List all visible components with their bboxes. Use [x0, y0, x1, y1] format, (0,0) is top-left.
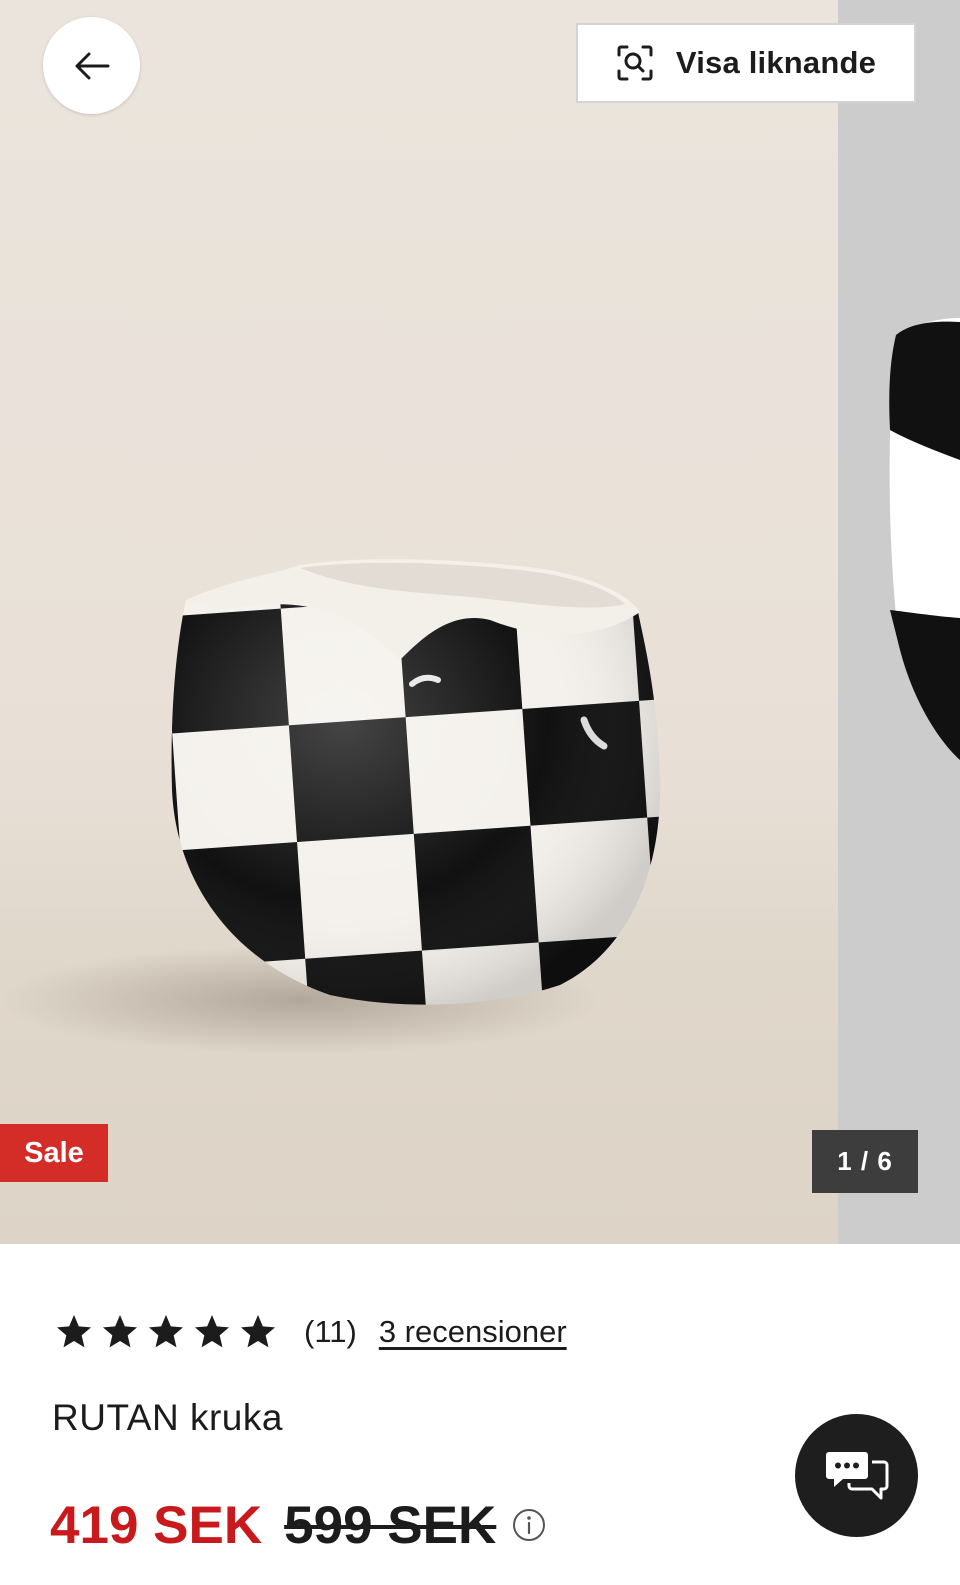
- back-button[interactable]: [43, 17, 140, 114]
- chat-bubbles-icon: [825, 1451, 888, 1499]
- show-similar-button[interactable]: Visa liknande: [576, 23, 916, 103]
- star-rating: [54, 1312, 278, 1352]
- price-row: 419 SEK 599 SEK: [50, 1490, 546, 1560]
- star-icon: [103, 1315, 137, 1348]
- rating-row: (11) 3 recensioner: [54, 1309, 567, 1355]
- star-icon: [57, 1315, 91, 1348]
- product-image-carousel[interactable]: Visa liknande Sale 1 / 6: [0, 0, 960, 1244]
- chat-button[interactable]: [795, 1414, 918, 1537]
- product-image[interactable]: [0, 0, 838, 1244]
- reviews-link[interactable]: 3 recensioner: [379, 1314, 567, 1350]
- visual-search-icon: [617, 45, 653, 81]
- star-icon: [241, 1315, 275, 1348]
- sale-badge: Sale: [0, 1124, 108, 1182]
- star-icon: [149, 1315, 183, 1348]
- sale-price: 419 SEK: [50, 1495, 263, 1555]
- star-icon: [195, 1315, 229, 1348]
- arrow-left-icon: [75, 52, 109, 79]
- image-counter: 1 / 6: [812, 1130, 918, 1193]
- checkered-pot-illustration: [0, 559, 661, 1055]
- info-icon[interactable]: [512, 1508, 546, 1542]
- show-similar-label: Visa liknande: [675, 45, 877, 80]
- rating-count: (11): [304, 1314, 357, 1349]
- original-price: 599 SEK: [284, 1495, 497, 1555]
- next-image-preview: [889, 318, 960, 760]
- next-product-image-peek[interactable]: [838, 0, 960, 1244]
- product-title: RUTAN kruka: [52, 1397, 283, 1438]
